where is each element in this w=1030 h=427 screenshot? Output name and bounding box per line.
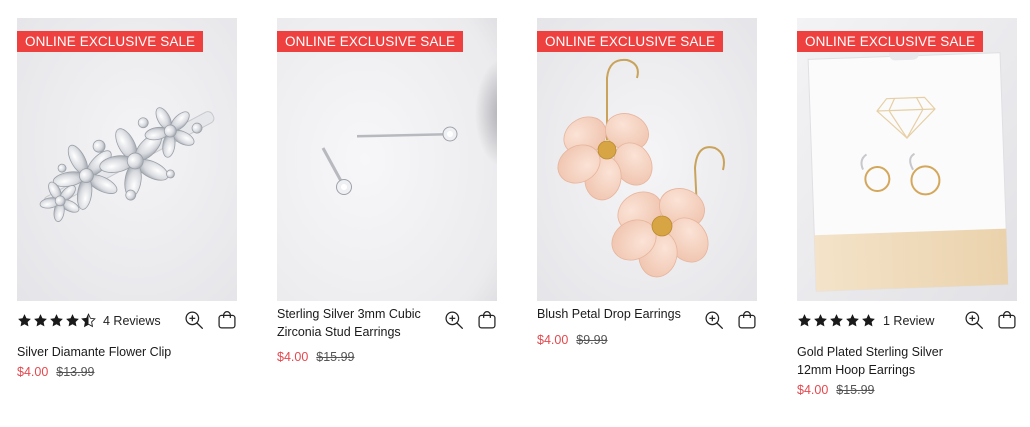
product-title[interactable]: Sterling Silver 3mm Cubic Zirconia Stud … — [277, 305, 437, 341]
star-rating — [797, 313, 877, 328]
flower-clip-photo — [17, 18, 237, 301]
zoom-in-icon[interactable] — [964, 310, 984, 330]
product-card[interactable]: ONLINE EXCLUSIVE SALE Sterling Silver 3m… — [277, 18, 497, 397]
shopping-bag-icon[interactable] — [997, 310, 1017, 330]
sale-badge: ONLINE EXCLUSIVE SALE — [17, 31, 204, 52]
product-grid: ONLINE EXCLUSIVE SALE 4 Reviews Silver D… — [17, 18, 1017, 397]
hoop-earrings-photo — [797, 18, 1017, 301]
sale-price: $4.00 — [17, 365, 49, 379]
original-price: $13.99 — [56, 365, 95, 379]
rating[interactable]: 1 Review — [797, 313, 934, 328]
sale-badge: ONLINE EXCLUSIVE SALE — [537, 31, 724, 52]
card-actions — [704, 310, 757, 330]
card-actions — [444, 310, 497, 330]
card-meta: Sterling Silver 3mm Cubic Zirconia Stud … — [277, 307, 497, 340]
price: $4.00 $15.99 — [797, 383, 1017, 397]
card-meta: 4 Reviews — [17, 310, 237, 340]
star-icon — [861, 313, 876, 328]
shopping-bag-icon[interactable] — [477, 310, 497, 330]
original-price: $15.99 — [316, 350, 355, 364]
product-image[interactable]: ONLINE EXCLUSIVE SALE — [537, 18, 757, 301]
card-actions — [964, 310, 1017, 330]
sale-price: $4.00 — [277, 350, 309, 364]
product-title[interactable]: Gold Plated Sterling Silver 12mm Hoop Ea… — [797, 343, 962, 379]
star-icon — [797, 313, 812, 328]
card-meta: 1 Review — [797, 310, 1017, 340]
sale-price: $4.00 — [797, 383, 829, 397]
star-icon — [17, 313, 32, 328]
zoom-in-icon[interactable] — [184, 310, 204, 330]
zoom-in-icon[interactable] — [444, 310, 464, 330]
shopping-bag-icon[interactable] — [737, 310, 757, 330]
star-icon — [813, 313, 828, 328]
stud-earrings-photo — [277, 18, 497, 301]
star-half-icon — [81, 313, 96, 328]
star-icon — [829, 313, 844, 328]
product-title[interactable]: Blush Petal Drop Earrings — [537, 305, 697, 323]
card-actions — [184, 310, 237, 330]
star-icon — [65, 313, 80, 328]
original-price: $15.99 — [836, 383, 875, 397]
product-card[interactable]: ONLINE EXCLUSIVE SALE Blush Petal Drop E… — [537, 18, 757, 397]
product-card[interactable]: ONLINE EXCLUSIVE SALE 1 Review Gold Plat… — [797, 18, 1017, 397]
product-image[interactable]: ONLINE EXCLUSIVE SALE — [797, 18, 1017, 301]
star-rating — [17, 313, 97, 328]
review-count[interactable]: 1 Review — [883, 314, 934, 328]
petal-earrings-photo — [537, 18, 757, 301]
card-meta: Blush Petal Drop Earrings — [537, 307, 757, 340]
star-icon — [33, 313, 48, 328]
price: $4.00 $15.99 — [277, 350, 497, 364]
shopping-bag-icon[interactable] — [217, 310, 237, 330]
product-title[interactable]: Silver Diamante Flower Clip — [17, 343, 182, 361]
rating[interactable]: 4 Reviews — [17, 313, 161, 328]
star-icon — [845, 313, 860, 328]
star-icon — [49, 313, 64, 328]
sale-badge: ONLINE EXCLUSIVE SALE — [277, 31, 464, 52]
product-card[interactable]: ONLINE EXCLUSIVE SALE 4 Reviews Silver D… — [17, 18, 237, 397]
price: $4.00 $13.99 — [17, 365, 237, 379]
product-image[interactable]: ONLINE EXCLUSIVE SALE — [277, 18, 497, 301]
review-count[interactable]: 4 Reviews — [103, 314, 161, 328]
zoom-in-icon[interactable] — [704, 310, 724, 330]
product-image[interactable]: ONLINE EXCLUSIVE SALE — [17, 18, 237, 301]
sale-badge: ONLINE EXCLUSIVE SALE — [797, 31, 984, 52]
